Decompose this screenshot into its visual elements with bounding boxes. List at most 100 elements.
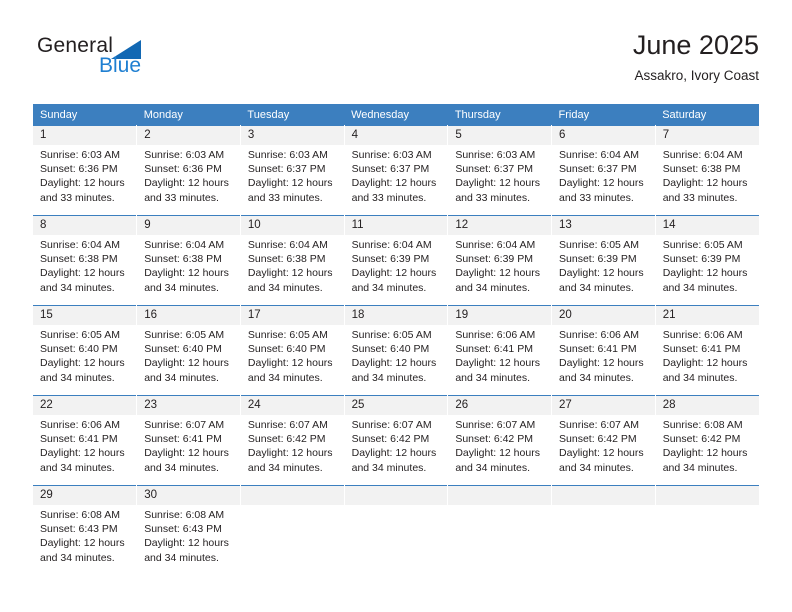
day-details: Sunrise: 6:08 AM Sunset: 6:42 PM Daylight:… xyxy=(656,415,759,475)
calendar-day-cell[interactable]: 22 Sunrise: 6:06 AM Sunset: 6:41 PM Dayligh… xyxy=(33,395,138,486)
calendar-day-cell[interactable]: 8 Sunrise: 6:04 AM Sunset: 6:38 PM Daylight… xyxy=(33,215,138,306)
calendar-day-cell[interactable]: 16 Sunrise: 6:05 AM Sunset: 6:40 PM Dayligh… xyxy=(136,305,241,396)
day-details: Sunrise: 6:03 AM Sunset: 6:37 PM Daylight:… xyxy=(241,145,344,205)
calendar-day-cell[interactable]: 6 Sunrise: 6:04 AM Sunset: 6:37 PM Daylight… xyxy=(551,125,656,216)
day-number: 28 xyxy=(655,396,759,415)
day-detail-daylight1: Daylight: 12 hours xyxy=(351,357,437,370)
day-details: Sunrise: 6:04 AM Sunset: 6:37 PM Daylight:… xyxy=(552,145,655,205)
calendar-day-cell[interactable]: 3 Sunrise: 6:03 AM Sunset: 6:37 PM Daylight… xyxy=(240,125,345,216)
calendar-day-cell[interactable]: 28 Sunrise: 6:08 AM Sunset: 6:42 PM Dayligh… xyxy=(655,395,759,486)
day-detail-sunrise: Sunrise: 6:06 AM xyxy=(455,329,536,341)
day-detail-daylight1: Daylight: 12 hours xyxy=(351,267,437,280)
day-detail-sunrise: Sunrise: 6:05 AM xyxy=(662,239,743,251)
day-detail-sunrise: Sunrise: 6:07 AM xyxy=(144,419,225,431)
day-detail-sunrise: Sunrise: 6:03 AM xyxy=(247,149,328,161)
calendar-day-cell[interactable]: 7 Sunrise: 6:04 AM Sunset: 6:38 PM Daylight… xyxy=(655,125,759,216)
day-details: Sunrise: 6:07 AM Sunset: 6:41 PM Daylight:… xyxy=(137,415,240,475)
day-detail-sunset: Sunset: 6:41 PM xyxy=(40,433,118,446)
day-detail-daylight2: and 34 minutes. xyxy=(351,281,427,294)
page-subtitle: Assakro, Ivory Coast xyxy=(634,68,759,83)
day-number: 29 xyxy=(33,486,137,505)
calendar-day-cell[interactable]: 30 Sunrise: 6:08 AM Sunset: 6:43 PM Dayligh… xyxy=(136,485,241,575)
day-detail-sunset: Sunset: 6:41 PM xyxy=(559,343,637,356)
day-detail-sunset: Sunset: 6:38 PM xyxy=(40,253,118,266)
day-detail-daylight2: and 34 minutes. xyxy=(559,371,634,384)
day-detail-daylight2: and 34 minutes. xyxy=(40,371,115,384)
day-number: 24 xyxy=(240,396,344,415)
day-detail-daylight1: Daylight: 12 hours xyxy=(40,267,125,280)
day-details: Sunrise: 6:05 AM Sunset: 6:40 PM Daylight:… xyxy=(241,325,344,385)
day-detail-daylight1: Daylight: 12 hours xyxy=(40,357,125,370)
day-detail-sunrise: Sunrise: 6:04 AM xyxy=(247,239,328,251)
page-title: June 2025 xyxy=(632,30,759,60)
calendar-day-cell[interactable]: 18 Sunrise: 6:05 AM Sunset: 6:40 PM Dayligh… xyxy=(344,305,449,396)
calendar-day-cell[interactable]: 15 Sunrise: 6:05 AM Sunset: 6:40 PM Dayligh… xyxy=(33,305,138,396)
day-detail-daylight2: and 34 minutes. xyxy=(247,461,323,474)
day-details: Sunrise: 6:05 AM Sunset: 6:40 PM Daylight:… xyxy=(137,325,240,385)
day-detail-sunset: Sunset: 6:41 PM xyxy=(455,343,533,356)
day-detail-daylight1: Daylight: 12 hours xyxy=(144,357,229,370)
calendar-day-cell[interactable]: 21 Sunrise: 6:06 AM Sunset: 6:41 PM Dayligh… xyxy=(655,305,759,396)
calendar-day-cell[interactable]: 1 Sunrise: 6:03 AM Sunset: 6:36 PM Daylight… xyxy=(33,125,138,216)
calendar-day-cell[interactable]: 12 Sunrise: 6:04 AM Sunset: 6:39 PM Dayligh… xyxy=(447,215,553,306)
day-detail-sunrise: Sunrise: 6:08 AM xyxy=(662,419,743,431)
day-detail-daylight1: Daylight: 12 hours xyxy=(144,537,229,550)
day-detail-sunrise: Sunrise: 6:04 AM xyxy=(455,239,536,251)
day-details xyxy=(241,505,344,508)
day-details: Sunrise: 6:07 AM Sunset: 6:42 PM Daylight:… xyxy=(345,415,448,475)
weekday-header-wednesday: Wednesday xyxy=(344,104,448,126)
calendar-day-cell[interactable]: 26 Sunrise: 6:07 AM Sunset: 6:42 PM Dayligh… xyxy=(447,395,553,486)
day-detail-daylight2: and 34 minutes. xyxy=(40,551,115,564)
day-detail-daylight2: and 34 minutes. xyxy=(662,281,738,294)
calendar-day-cell[interactable]: 10 Sunrise: 6:04 AM Sunset: 6:38 PM Dayligh… xyxy=(240,215,345,306)
day-detail-daylight1: Daylight: 12 hours xyxy=(455,177,540,190)
calendar-day-cell[interactable]: 4 Sunrise: 6:03 AM Sunset: 6:37 PM Daylight… xyxy=(344,125,449,216)
day-number xyxy=(240,486,344,505)
weekday-header-monday: Monday xyxy=(136,104,241,126)
day-detail-daylight1: Daylight: 12 hours xyxy=(662,267,748,280)
day-detail-daylight2: and 34 minutes. xyxy=(455,371,531,384)
day-detail-daylight2: and 34 minutes. xyxy=(559,281,634,294)
weekday-header-tuesday: Tuesday xyxy=(240,104,345,126)
calendar-day-cell[interactable]: 14 Sunrise: 6:05 AM Sunset: 6:39 PM Dayligh… xyxy=(655,215,759,306)
weekday-header-thursday: Thursday xyxy=(447,104,552,126)
day-detail-daylight1: Daylight: 12 hours xyxy=(144,267,229,280)
calendar-day-cell[interactable]: 20 Sunrise: 6:06 AM Sunset: 6:41 PM Dayligh… xyxy=(551,305,656,396)
calendar-day-cell[interactable]: 9 Sunrise: 6:04 AM Sunset: 6:38 PM Daylight… xyxy=(136,215,241,306)
day-detail-daylight1: Daylight: 12 hours xyxy=(247,357,333,370)
day-detail-sunrise: Sunrise: 6:07 AM xyxy=(247,419,328,431)
day-detail-daylight2: and 34 minutes. xyxy=(144,371,219,384)
day-detail-daylight1: Daylight: 12 hours xyxy=(662,447,748,460)
calendar-week-row: 15 Sunrise: 6:05 AM Sunset: 6:40 PM Dayligh… xyxy=(33,305,759,396)
day-detail-sunset: Sunset: 6:42 PM xyxy=(247,433,326,446)
day-detail-sunrise: Sunrise: 6:03 AM xyxy=(455,149,536,161)
calendar-week-row: 29 Sunrise: 6:08 AM Sunset: 6:43 PM Dayligh… xyxy=(33,485,759,575)
calendar-day-cell[interactable]: 11 Sunrise: 6:04 AM Sunset: 6:39 PM Dayligh… xyxy=(344,215,449,306)
calendar-day-cell[interactable]: 5 Sunrise: 6:03 AM Sunset: 6:37 PM Daylight… xyxy=(447,125,553,216)
day-details: Sunrise: 6:06 AM Sunset: 6:41 PM Daylight:… xyxy=(656,325,759,385)
day-details: Sunrise: 6:03 AM Sunset: 6:37 PM Daylight:… xyxy=(345,145,448,205)
calendar-body: 1 Sunrise: 6:03 AM Sunset: 6:36 PM Daylight… xyxy=(33,125,759,575)
day-detail-daylight1: Daylight: 12 hours xyxy=(40,177,125,190)
day-number: 19 xyxy=(448,306,552,325)
calendar-day-cell[interactable]: 27 Sunrise: 6:07 AM Sunset: 6:42 PM Dayligh… xyxy=(551,395,656,486)
day-detail-sunrise: Sunrise: 6:07 AM xyxy=(455,419,536,431)
day-detail-sunrise: Sunrise: 6:05 AM xyxy=(247,329,328,341)
calendar-day-cell[interactable]: 19 Sunrise: 6:06 AM Sunset: 6:41 PM Dayligh… xyxy=(447,305,553,396)
calendar-day-cell[interactable]: 17 Sunrise: 6:05 AM Sunset: 6:40 PM Dayligh… xyxy=(240,305,345,396)
calendar-day-cell[interactable]: 24 Sunrise: 6:07 AM Sunset: 6:42 PM Dayligh… xyxy=(240,395,345,486)
day-number: 18 xyxy=(344,306,448,325)
calendar-day-cell[interactable]: 2 Sunrise: 6:03 AM Sunset: 6:36 PM Daylight… xyxy=(136,125,241,216)
calendar-day-cell[interactable]: 13 Sunrise: 6:05 AM Sunset: 6:39 PM Dayligh… xyxy=(551,215,656,306)
day-detail-sunset: Sunset: 6:36 PM xyxy=(144,163,222,176)
calendar-day-cell[interactable]: 23 Sunrise: 6:07 AM Sunset: 6:41 PM Dayligh… xyxy=(136,395,241,486)
day-detail-daylight2: and 34 minutes. xyxy=(662,461,738,474)
day-number: 26 xyxy=(448,396,552,415)
day-details xyxy=(448,505,551,508)
day-detail-daylight2: and 33 minutes. xyxy=(40,191,115,204)
logo[interactable]: General Blue xyxy=(37,34,217,86)
calendar-day-cell[interactable]: 29 Sunrise: 6:08 AM Sunset: 6:43 PM Dayligh… xyxy=(33,485,138,575)
day-detail-sunrise: Sunrise: 6:03 AM xyxy=(351,149,432,161)
day-details: Sunrise: 6:08 AM Sunset: 6:43 PM Daylight:… xyxy=(33,505,136,565)
calendar-day-cell[interactable]: 25 Sunrise: 6:07 AM Sunset: 6:42 PM Dayligh… xyxy=(344,395,449,486)
